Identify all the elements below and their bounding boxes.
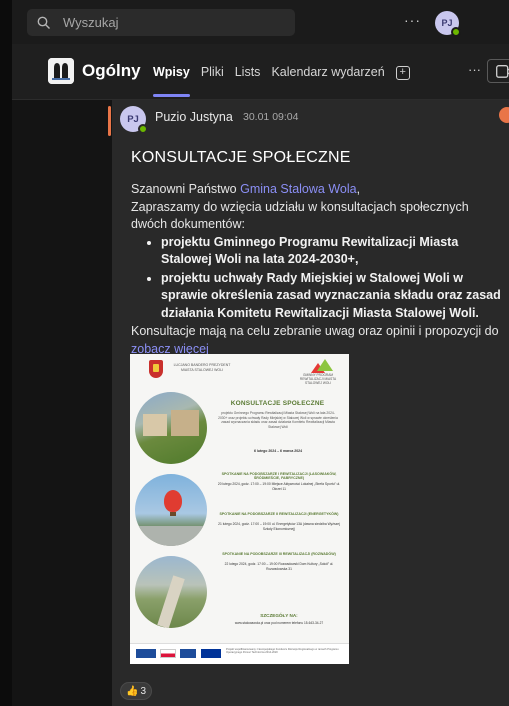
poster-image[interactable]: LUCJANO BANDERO PREZYDENT MIASTA STALOWE…	[130, 354, 349, 664]
thumbs-up-icon: 👍	[125, 685, 139, 697]
posts-feed: PJ Puzio Justyna 30.01 09:04 KONSULTACJE…	[12, 100, 509, 706]
tab-posts[interactable]: Wpisy	[153, 65, 190, 97]
user-initials: PJ	[441, 18, 453, 28]
meeting-details: 21 lutego 2024, godz. 17:00 – 19:00 ul. …	[218, 522, 340, 531]
post-body: Szanowni Państwo Gmina Stalowa Wola, Zap…	[131, 181, 503, 358]
poster-footer: Projekt współfinansowany z Europejskiego…	[130, 643, 349, 664]
poster-header-right: GMINNY PROGRAM REWITALIZACJI MIASTA STAL…	[299, 373, 337, 385]
tab-calendar[interactable]: Kalendarz wydarzeń	[271, 65, 384, 80]
author-avatar[interactable]: PJ	[120, 106, 148, 134]
greeting: Szanowni Państwo Gmina Stalowa Wola,	[131, 181, 503, 199]
photo-balloon	[135, 474, 207, 546]
poland-flag-icon	[160, 649, 176, 658]
meeting-title: SPOTKANIE NA PODOBSZARZE II REWITALIZACJ…	[219, 512, 339, 516]
fund-logo-icon	[136, 649, 156, 658]
poster-subtitle: projektu Gminnego Programu Rewitalizacji…	[218, 411, 338, 429]
reaction-count: 3	[140, 685, 146, 697]
video-camera-icon	[496, 65, 509, 78]
list-item: projektu uchwały Rady Miejskiej w Stalow…	[161, 270, 503, 323]
greeting-text: Szanowni Państwo	[131, 182, 241, 196]
program-logo-icon	[317, 359, 333, 371]
poster-dates: 6 lutego 2024 – 6 marca 2024	[253, 449, 303, 453]
reaction-like[interactable]: 👍 3	[120, 682, 152, 700]
notification-badge[interactable]	[499, 107, 509, 123]
poster-header: LUCJANO BANDERO PREZYDENT MIASTA STALOWE…	[130, 354, 349, 390]
more-options-icon[interactable]: ···	[404, 12, 421, 28]
poster-details-title: SZCZEGÓŁY NA:	[260, 613, 298, 618]
tab-lists[interactable]: Lists	[235, 65, 261, 80]
search-input[interactable]: Wyszukaj	[63, 15, 119, 30]
presence-available-icon	[451, 27, 461, 37]
author-initials: PJ	[127, 113, 139, 125]
document-list: projektu Gminnego Programu Rewitalizacji…	[131, 234, 503, 323]
meeting-title: SPOTKANIE NA PODOBSZARZE I REWITALIZACJI…	[221, 472, 337, 481]
photo-park	[135, 556, 207, 628]
poster-title: KONSULTACJE SPOŁECZNE	[230, 400, 325, 407]
intro-text: Zapraszamy do wzięcia udziału w konsulta…	[131, 199, 469, 232]
mention-link[interactable]: Gmina Stalowa Wola	[240, 182, 357, 196]
top-bar: Wyszukaj ··· PJ	[12, 0, 509, 44]
post-card: PJ Puzio Justyna 30.01 09:04 KONSULTACJE…	[112, 100, 509, 706]
post-marker	[108, 106, 111, 136]
tab-files[interactable]: Pliki	[201, 65, 224, 80]
channel-tabs: Wpisy Pliki Lists Kalendarz wydarzeń +	[153, 65, 410, 97]
meeting-details: 22 lutego 2024, godz. 17:00 – 19:00 Rozw…	[224, 562, 334, 571]
city-crest-icon	[149, 360, 163, 378]
post-author[interactable]: Puzio Justyna	[155, 110, 233, 124]
eu-flag-icon	[201, 649, 221, 658]
app-rail-edge	[0, 0, 12, 706]
channel-name: Ogólny	[82, 61, 141, 80]
meeting-details: 20 lutego 2024, godz. 17:00 – 19:00 Miej…	[217, 482, 341, 491]
channel-header: Ogólny Wpisy Pliki Lists Kalendarz wydar…	[12, 44, 509, 100]
poster-header-left: LUCJANO BANDERO PREZYDENT MIASTA STALOWE…	[173, 363, 231, 372]
list-item: projektu Gminnego Programu Rewitalizacji…	[161, 234, 503, 269]
photo-buildings	[135, 392, 207, 464]
greeting-suffix: ,	[356, 182, 361, 196]
outro-text: Konsultacje mają na celu zebranie uwag o…	[131, 324, 499, 338]
meeting-title: SPOTKANIE NA PODOBSZARZE III REWITALIZAC…	[222, 552, 336, 556]
channel-more-icon[interactable]: ···	[468, 62, 481, 77]
poster-details-body: www.stalowawola.pl oraz pod numerem tele…	[234, 621, 324, 625]
region-logo-icon	[180, 649, 196, 658]
poster-footer-text: Projekt współfinansowany z Europejskiego…	[226, 648, 339, 655]
post-timestamp: 30.01 09:04	[243, 111, 299, 123]
meet-button[interactable]	[487, 59, 509, 83]
search-icon	[37, 16, 50, 29]
team-logo-icon[interactable]	[48, 58, 74, 84]
post-title: KONSULTACJE SPOŁECZNE	[131, 149, 351, 166]
user-avatar[interactable]: PJ	[435, 11, 461, 37]
presence-available-icon	[138, 124, 148, 134]
search-box[interactable]: Wyszukaj	[27, 9, 295, 36]
add-tab-icon[interactable]: +	[395, 66, 410, 80]
